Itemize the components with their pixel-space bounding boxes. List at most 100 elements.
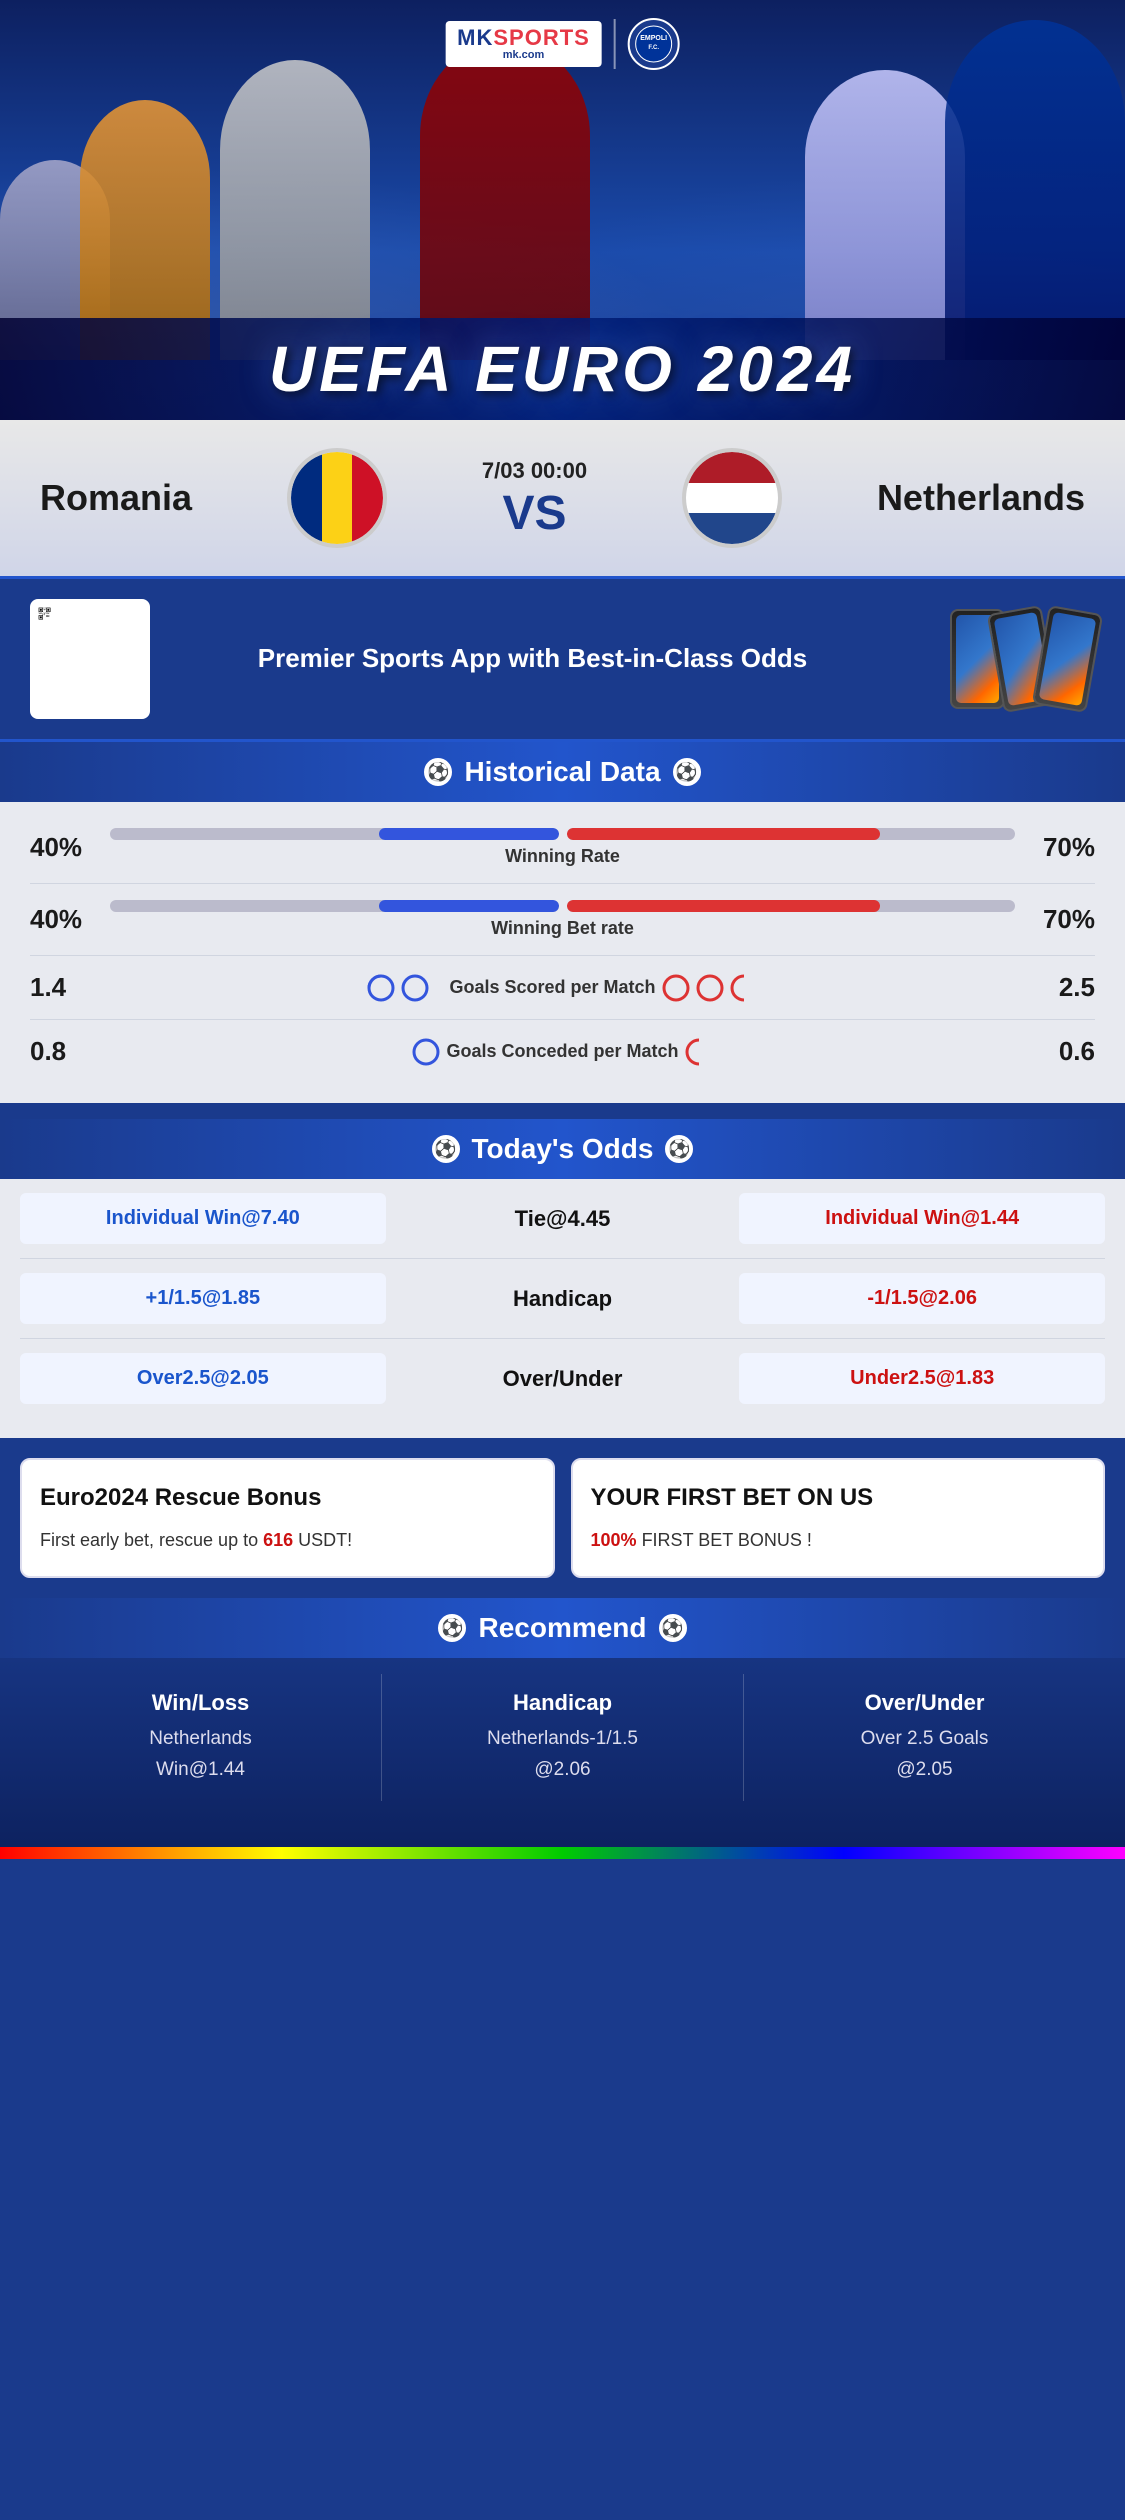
team-away-name: Netherlands [877,477,1085,519]
promo-title: Premier Sports App with Best-in-Class Od… [170,642,895,676]
odds-header: ⚽ Today's Odds ⚽ [0,1119,1125,1179]
goals-conceded-icons: Goals Conceded per Match [110,1038,1015,1066]
odds-home-win[interactable]: Individual Win@7.40 [20,1193,386,1244]
rescue-bonus-text: First early bet, rescue up to 616 USDT! [40,1527,535,1554]
first-bet-text: 100% FIRST BET BONUS ! [591,1527,1086,1554]
flag-yellow-stripe [322,452,353,544]
vs-label: VS [502,490,566,538]
odds-handicap-label: Handicap [513,1286,612,1311]
conceded-ball-away-half [685,1038,713,1066]
match-date: 7/03 00:00 [482,458,587,484]
winning-bet-home: 40% [30,904,110,935]
bar-right-winning [567,828,1016,840]
soccer-icon-left: ⚽ [424,758,452,786]
match-section: Romania 7/03 00:00 VS Netherlands [0,420,1125,576]
goals-scored-away: 2.5 [1015,972,1095,1003]
partner-badge: EMPOLI F.C. [628,18,680,70]
recommend-title: Recommend [478,1612,646,1644]
rescue-bonus-card: Euro2024 Rescue Bonus First early bet, r… [20,1458,555,1578]
qr-code [30,599,150,719]
recommend-soccer-left: ⚽ [438,1614,466,1642]
odds-home-win-value: Individual Win@7.40 [106,1207,300,1229]
odds-under-value: Under2.5@1.83 [850,1367,994,1389]
logo-divider [614,19,616,69]
player-6 [945,20,1125,360]
ball-away-half [730,974,758,1002]
recommend-grid: Win/Loss Netherlands Win@1.44 Handicap N… [0,1658,1125,1817]
odds-win-row: Individual Win@7.40 Tie@4.45 Individual … [20,1179,1105,1259]
stats-section: 40% Winning Rate 70% 40% [0,802,1125,1103]
player-3 [220,60,370,360]
winning-bet-bars: Winning Bet rate [110,900,1015,939]
recommend-soccer-right: ⚽ [659,1614,687,1642]
rec-ou-line1: Over 2.5 Goals [756,1724,1093,1754]
odds-away-win-value: Individual Win@1.44 [825,1207,1019,1229]
odds-soccer-icon-right: ⚽ [665,1135,693,1163]
historical-title: Historical Data [464,756,660,788]
promo-section: Premier Sports App with Best-in-Class Od… [0,576,1125,742]
mk-logo-url: mk.com [503,49,545,61]
promo-text-area: Premier Sports App with Best-in-Class Od… [170,642,895,676]
odds-handicap-away-value: -1/1.5@2.06 [867,1287,977,1309]
goals-conceded-label: Goals Conceded per Match [446,1041,678,1062]
ball-home-2 [401,974,429,1002]
odds-handicap-away[interactable]: -1/1.5@2.06 [739,1273,1105,1324]
odds-away-win[interactable]: Individual Win@1.44 [739,1193,1105,1244]
soccer-icon-right: ⚽ [673,758,701,786]
rec-handicap-line2: @2.06 [394,1755,731,1785]
odds-ou-row: Over2.5@2.05 Over/Under Under2.5@1.83 [20,1339,1105,1418]
goals-conceded-home: 0.8 [30,1036,110,1067]
first-bet-card: YOUR FIRST BET ON US 100% FIRST BET BONU… [571,1458,1106,1578]
rescue-bonus-title: Euro2024 Rescue Bonus [40,1482,535,1513]
recommend-header: ⚽ Recommend ⚽ [0,1598,1125,1658]
rescue-bonus-suffix: USDT! [298,1530,352,1550]
svg-text:F.C.: F.C. [649,45,660,51]
team-home-name: Romania [40,477,192,519]
winning-rate-home: 40% [30,832,110,863]
player-4 [420,40,590,360]
historical-header: ⚽ Historical Data ⚽ [0,742,1125,802]
odds-handicap-home[interactable]: +1/1.5@1.85 [20,1273,386,1324]
rec-winloss-line1: Netherlands [32,1724,369,1754]
goals-conceded-row: 0.8 Goals Conceded per Match 0.6 [30,1020,1095,1083]
goals-scored-home: 1.4 [30,972,110,1003]
promo-phones [915,599,1095,719]
conceded-ball-home [412,1038,440,1066]
winning-bet-bar-container [110,900,1015,912]
hero-logo: MKSPORTS mk.com EMPOLI F.C. [445,18,680,70]
odds-ou-center: Over/Under [396,1366,730,1392]
bar-left-bet [110,900,559,912]
flag-red-top [686,452,778,483]
recommend-section: ⚽ Recommend ⚽ Win/Loss Netherlands Win@1… [0,1598,1125,1847]
player-5 [805,70,965,360]
bar-left-fill-bet [379,900,558,912]
mk-sports-logo: MKSPORTS mk.com [445,21,602,67]
winning-rate-away: 70% [1015,832,1095,863]
odds-tie-value: Tie@4.45 [515,1206,611,1231]
rec-winloss-line2: Win@1.44 [32,1755,369,1785]
odds-title: Today's Odds [472,1133,654,1165]
odds-tie-center[interactable]: Tie@4.45 [396,1206,730,1232]
rec-ou-line2: @2.05 [756,1755,1093,1785]
odds-over-value: Over2.5@2.05 [137,1367,269,1389]
odds-handicap-home-value: +1/1.5@1.85 [146,1287,261,1309]
odds-section: Individual Win@7.40 Tie@4.45 Individual … [0,1179,1125,1438]
rec-ou-label: Over/Under [756,1690,1093,1716]
winning-bet-away: 70% [1015,904,1095,935]
winning-rate-bars: Winning Rate [110,828,1015,867]
odds-ou-label: Over/Under [503,1366,623,1391]
team-away-flag [682,448,782,548]
recommend-ou: Over/Under Over 2.5 Goals @2.05 [744,1674,1105,1801]
flag-blue-stripe [291,452,322,544]
flag-blue-bot [686,513,778,544]
flag-white-mid [686,483,778,514]
svg-text:EMPOLI: EMPOLI [640,35,667,42]
bar-left-winning [110,828,559,840]
match-center: 7/03 00:00 VS [482,458,587,538]
bar-left-fill-winning [379,828,558,840]
goals-conceded-away: 0.6 [1015,1036,1095,1067]
stats-spacer [0,1103,1125,1119]
ball-home-1 [367,974,395,1002]
odds-under[interactable]: Under2.5@1.83 [739,1353,1105,1404]
odds-over[interactable]: Over2.5@2.05 [20,1353,386,1404]
